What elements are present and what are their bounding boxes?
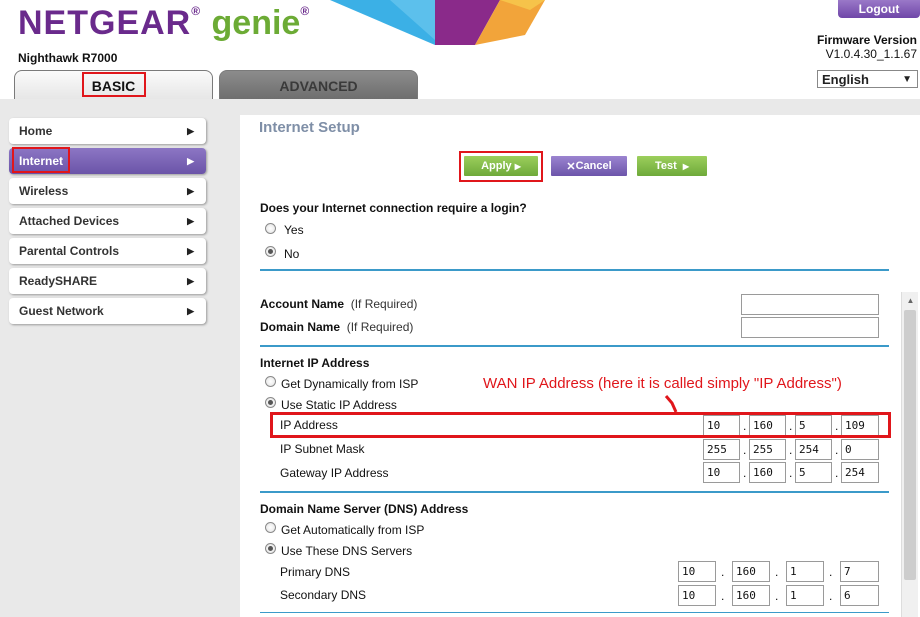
section-divider xyxy=(260,491,889,493)
subnet-octet-4[interactable] xyxy=(841,439,879,460)
subnet-label: IP Subnet Mask xyxy=(280,442,365,456)
scroll-up-icon[interactable]: ▲ xyxy=(902,292,919,309)
scroll-thumb[interactable] xyxy=(904,310,916,580)
internet-item-highlight xyxy=(12,147,70,173)
primary-dns-octet-4[interactable] xyxy=(840,561,879,582)
chevron-down-icon: ▼ xyxy=(902,73,912,85)
ip-static-label: Use Static IP Address xyxy=(281,398,397,412)
firmware-version: V1.0.4.30_1.1.67 xyxy=(825,47,917,61)
firmware-label: Firmware Version xyxy=(816,33,917,47)
login-no-radio[interactable] xyxy=(265,246,276,257)
brand-text: NETGEAR xyxy=(18,4,192,42)
ip-dynamic-radio[interactable] xyxy=(265,376,276,387)
primary-dns-label: Primary DNS xyxy=(280,565,351,579)
arrow-right-icon: ▶ xyxy=(187,215,194,226)
gateway-octet-2[interactable] xyxy=(749,462,786,483)
test-button[interactable]: Test ▶ xyxy=(637,156,707,176)
secondary-dns-octet-4[interactable] xyxy=(840,585,879,606)
domain-name-input[interactable] xyxy=(741,317,879,338)
dns-auto-label: Get Automatically from ISP xyxy=(281,523,425,537)
tab-advanced-label: ADVANCED xyxy=(279,77,358,94)
account-name-input[interactable] xyxy=(741,294,879,315)
sidebar-item-guest-network[interactable]: Guest Network ▶ xyxy=(9,298,206,324)
sidebar-item-home[interactable]: Home ▶ xyxy=(9,118,206,144)
ip-section-title: Internet IP Address xyxy=(260,356,370,370)
secondary-dns-label: Secondary DNS xyxy=(280,588,367,602)
netgear-genie-logo: NETGEAR® genie® xyxy=(18,4,311,42)
gateway-octet-1[interactable] xyxy=(703,462,740,483)
sidebar-item-parental-controls[interactable]: Parental Controls ▶ xyxy=(9,238,206,264)
language-value: English xyxy=(822,71,869,87)
logout-button[interactable]: Logout xyxy=(838,0,920,18)
dns-manual-label: Use These DNS Servers xyxy=(281,544,413,558)
login-question: Does your Internet connection require a … xyxy=(260,201,527,215)
domain-name-label: Domain Name (If Required) xyxy=(260,320,414,334)
arrow-right-icon: ▶ xyxy=(187,245,194,256)
content-scrollbar[interactable]: ▲ xyxy=(901,292,918,617)
section-divider xyxy=(260,345,889,347)
decorative-shapes xyxy=(330,0,545,45)
section-divider xyxy=(260,269,889,271)
basic-tab-highlight xyxy=(82,72,146,97)
arrow-right-icon: ▶ xyxy=(682,161,690,171)
arrow-right-icon: ▶ xyxy=(187,305,194,316)
dns-manual-radio[interactable] xyxy=(265,543,276,554)
product-text: genie xyxy=(211,4,301,42)
wan-ip-annotation: WAN IP Address (here it is called simply… xyxy=(483,375,842,392)
sidebar-item-wireless[interactable]: Wireless ▶ xyxy=(9,178,206,204)
sidebar-item-readyshare[interactable]: ReadySHARE ▶ xyxy=(9,268,206,294)
cancel-button[interactable]: ✕ Cancel xyxy=(551,156,627,176)
page-title: Internet Setup xyxy=(259,119,360,136)
tab-advanced[interactable]: ADVANCED xyxy=(219,70,418,100)
arrow-right-icon: ▶ xyxy=(187,185,194,196)
secondary-dns-octet-2[interactable] xyxy=(732,585,770,606)
gateway-octet-3[interactable] xyxy=(795,462,832,483)
login-no-label: No xyxy=(284,247,300,261)
language-select[interactable]: English ▼ xyxy=(817,70,918,88)
ip-dynamic-label: Get Dynamically from ISP xyxy=(281,377,419,391)
subnet-octet-3[interactable] xyxy=(795,439,832,460)
primary-dns-octet-1[interactable] xyxy=(678,561,716,582)
apply-highlight xyxy=(459,151,543,182)
section-divider xyxy=(260,612,889,613)
subnet-octet-2[interactable] xyxy=(749,439,786,460)
close-icon: ✕ xyxy=(566,160,576,173)
secondary-dns-octet-1[interactable] xyxy=(678,585,716,606)
gateway-label: Gateway IP Address xyxy=(280,466,389,480)
subnet-octet-1[interactable] xyxy=(703,439,740,460)
dns-section-title: Domain Name Server (DNS) Address xyxy=(260,502,469,516)
primary-dns-octet-2[interactable] xyxy=(732,561,770,582)
arrow-right-icon: ▶ xyxy=(187,155,194,166)
account-name-label: Account Name (If Required) xyxy=(260,297,418,311)
router-model: Nighthawk R7000 xyxy=(18,51,118,65)
arrow-right-icon: ▶ xyxy=(187,275,194,286)
ip-address-highlight xyxy=(270,412,891,438)
primary-dns-octet-3[interactable] xyxy=(786,561,824,582)
login-yes-radio[interactable] xyxy=(265,223,276,234)
secondary-dns-octet-3[interactable] xyxy=(786,585,824,606)
sidebar-item-attached-devices[interactable]: Attached Devices ▶ xyxy=(9,208,206,234)
login-yes-label: Yes xyxy=(284,223,304,237)
arrow-right-icon: ▶ xyxy=(187,125,194,136)
ip-static-radio[interactable] xyxy=(265,397,276,408)
gateway-octet-4[interactable] xyxy=(841,462,879,483)
dns-auto-radio[interactable] xyxy=(265,522,276,533)
